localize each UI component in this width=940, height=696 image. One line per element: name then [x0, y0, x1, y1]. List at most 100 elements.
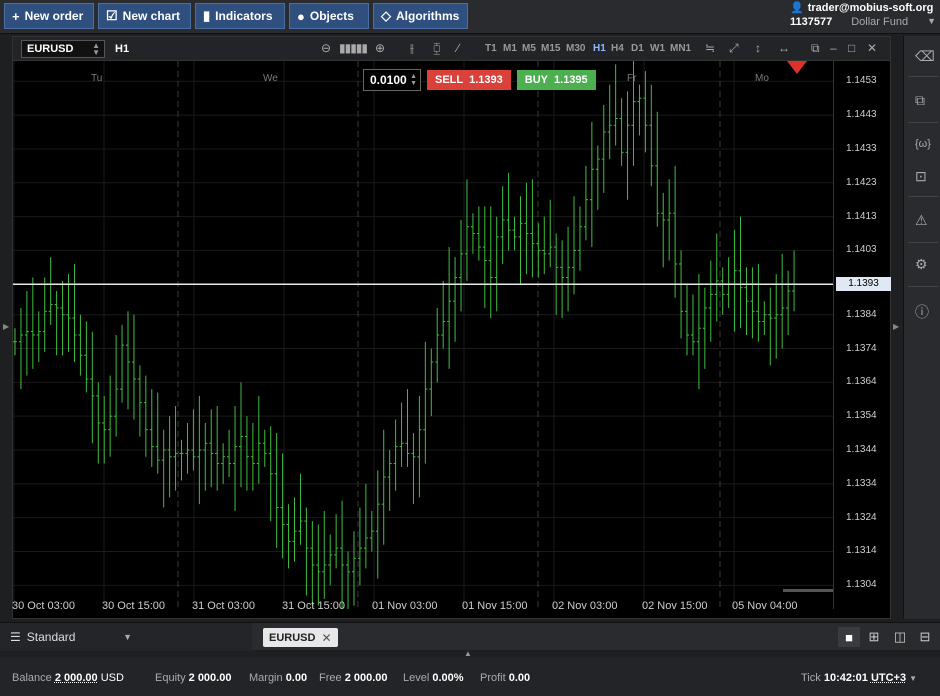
ohlc-bar	[470, 213, 475, 254]
chevron-down-icon[interactable]: ▼	[123, 632, 132, 642]
lot-value: 0.0100	[370, 73, 407, 87]
close-icon[interactable]: ✕	[867, 41, 877, 55]
ohlc-bar	[78, 314, 83, 376]
vertical-resize-icon[interactable]: ↕	[755, 41, 761, 55]
lot-input[interactable]: 0.0100 ▲ ▼	[363, 69, 421, 91]
balance-field: Balance 2 000.00 USD	[12, 672, 124, 684]
ohlc-bar	[583, 165, 588, 241]
tf-t1[interactable]: T1	[485, 43, 497, 54]
ohlc-bar	[572, 196, 577, 295]
equity-label: Equity	[155, 672, 186, 684]
layout-grid-icon[interactable]: ⊞	[863, 627, 885, 647]
bar-chart-type-icon[interactable]: ⫲	[410, 41, 414, 56]
zoom-slider[interactable]: ▮▮▮▮▮	[339, 41, 368, 55]
tab-eurusd[interactable]: EURUSD ✕	[263, 628, 338, 647]
candle-chart-type-icon[interactable]: ⧮	[433, 41, 441, 56]
sidebar-divider	[908, 242, 938, 243]
plus-icon: +	[12, 8, 20, 24]
buy-button[interactable]: BUY 1.1395	[516, 70, 596, 90]
ohlc-bar	[554, 233, 559, 315]
price-tick: 1.1354	[846, 410, 877, 422]
copy-icon[interactable]: ⧉	[915, 92, 925, 109]
zoom-in-icon[interactable]: ⊕	[375, 41, 385, 55]
maximize-icon[interactable]: □	[848, 41, 855, 55]
objects-button[interactable]: ● Objects	[289, 3, 369, 29]
day-label: Fr	[627, 73, 637, 84]
balance-value[interactable]: 2 000.00	[55, 672, 98, 684]
margin-field: Margin 0.00	[249, 672, 307, 684]
right-panel-toggle-icon[interactable]: ▶	[893, 322, 899, 331]
warning-icon[interactable]: ⚠	[915, 212, 928, 229]
diagonal-resize-icon[interactable]: ⤢	[729, 41, 739, 56]
ohlc-bar	[714, 233, 719, 322]
ohlc-bar	[250, 422, 255, 491]
ohlc-bar	[625, 91, 630, 200]
tick-label: Tick	[801, 672, 821, 684]
profit-label: Profit	[480, 672, 506, 684]
ohlc-bar	[256, 395, 261, 484]
ohlc-bar	[161, 429, 166, 508]
time-tick: 31 Oct 15:00	[282, 600, 345, 612]
tf-h4[interactable]: H4	[611, 43, 624, 54]
close-tab-icon[interactable]: ✕	[321, 631, 331, 645]
tf-w1[interactable]: W1	[650, 43, 665, 54]
tab-label: EURUSD	[269, 631, 316, 644]
zoom-out-icon[interactable]: ⊖	[321, 41, 331, 55]
horizontal-scrollbar[interactable]	[783, 589, 833, 592]
tf-m1[interactable]: M1	[503, 43, 517, 54]
profit-field: Profit 0.00	[480, 672, 530, 684]
ohlc-bar	[316, 524, 321, 606]
template-selector[interactable]: ☰ Standard ▼	[0, 623, 252, 651]
tf-d1[interactable]: D1	[631, 43, 644, 54]
chevron-down-icon[interactable]: ▼	[909, 674, 917, 683]
chart-window: EURUSD ▲ ▼ H1 ⊖ ▮▮▮▮▮ ⊕ ⫲ ⧮ ∕ T1 M1 M5 M1…	[12, 36, 891, 619]
price-axis[interactable]: 1.1453 1.1443 1.1433 1.1423 1.1413 1.1403 1.13…	[833, 61, 892, 609]
ohlc-bar	[464, 179, 469, 281]
tf-m5[interactable]: M5	[522, 43, 536, 54]
eraser-icon[interactable]: ⌫	[915, 48, 935, 65]
timezone-selector[interactable]: UTC+3	[871, 672, 906, 684]
left-panel-toggle-icon[interactable]: ▶	[3, 322, 9, 331]
ohlc-bar	[114, 335, 119, 437]
algorithms-button[interactable]: ◇ Algorithms	[373, 3, 468, 29]
tf-h1[interactable]: H1	[593, 43, 606, 54]
autoscale-icon[interactable]: ≒	[705, 41, 715, 55]
bracket-icon[interactable]: {ω}	[915, 138, 931, 150]
layout-single-icon[interactable]: ■	[838, 627, 860, 647]
symbol-selector[interactable]: EURUSD ▲ ▼	[21, 40, 105, 58]
equity-value: 2 000.00	[188, 672, 232, 684]
line-chart-type-icon[interactable]: ∕	[457, 41, 459, 55]
ohlc-bar	[619, 98, 624, 166]
sell-button[interactable]: SELL 1.1393	[427, 70, 511, 90]
layout-columns-icon[interactable]: ◫	[889, 627, 911, 647]
time-tick: 30 Oct 03:00	[12, 600, 75, 612]
ohlc-bar	[60, 280, 65, 356]
account-info[interactable]: 👤 trader@mobius-soft.org 1137577 Dollar …	[790, 1, 936, 29]
profit-value: 0.00	[508, 672, 531, 684]
price-chart[interactable]: Tu We Fr Mo	[13, 61, 833, 609]
ohlc-bar	[459, 219, 464, 312]
spinner-icon[interactable]: ▲ ▼	[92, 42, 100, 57]
ohlc-bar	[732, 230, 737, 332]
tf-m30[interactable]: M30	[566, 43, 585, 54]
chevron-down-icon[interactable]: ▼	[927, 16, 936, 28]
indicators-button[interactable]: ▮ Indicators	[195, 3, 285, 29]
ohlc-bar	[328, 534, 333, 586]
account-number: 1137577	[790, 16, 833, 28]
ohlc-bar	[476, 206, 481, 261]
terminal-icon[interactable]: ⊡	[915, 168, 927, 185]
gear-icon[interactable]: ⚙	[915, 256, 928, 273]
info-icon[interactable]: ⓘ	[915, 302, 929, 322]
ohlc-bar	[54, 291, 59, 356]
ohlc-bar	[506, 172, 511, 251]
expand-panel-icon[interactable]: ▲	[464, 649, 472, 658]
horizontal-resize-icon[interactable]: ↔	[778, 41, 790, 55]
detach-icon[interactable]: ⧉	[811, 41, 820, 56]
layout-rows-icon[interactable]: ⊟	[914, 627, 936, 647]
new-order-button[interactable]: + New order	[4, 3, 94, 29]
new-chart-button[interactable]: ☑ New chart	[98, 3, 191, 29]
minimize-icon[interactable]: –	[830, 41, 837, 55]
tf-m15[interactable]: M15	[541, 43, 560, 54]
lot-spinner-icon[interactable]: ▲ ▼	[410, 73, 417, 87]
tf-mn1[interactable]: MN1	[670, 43, 691, 54]
